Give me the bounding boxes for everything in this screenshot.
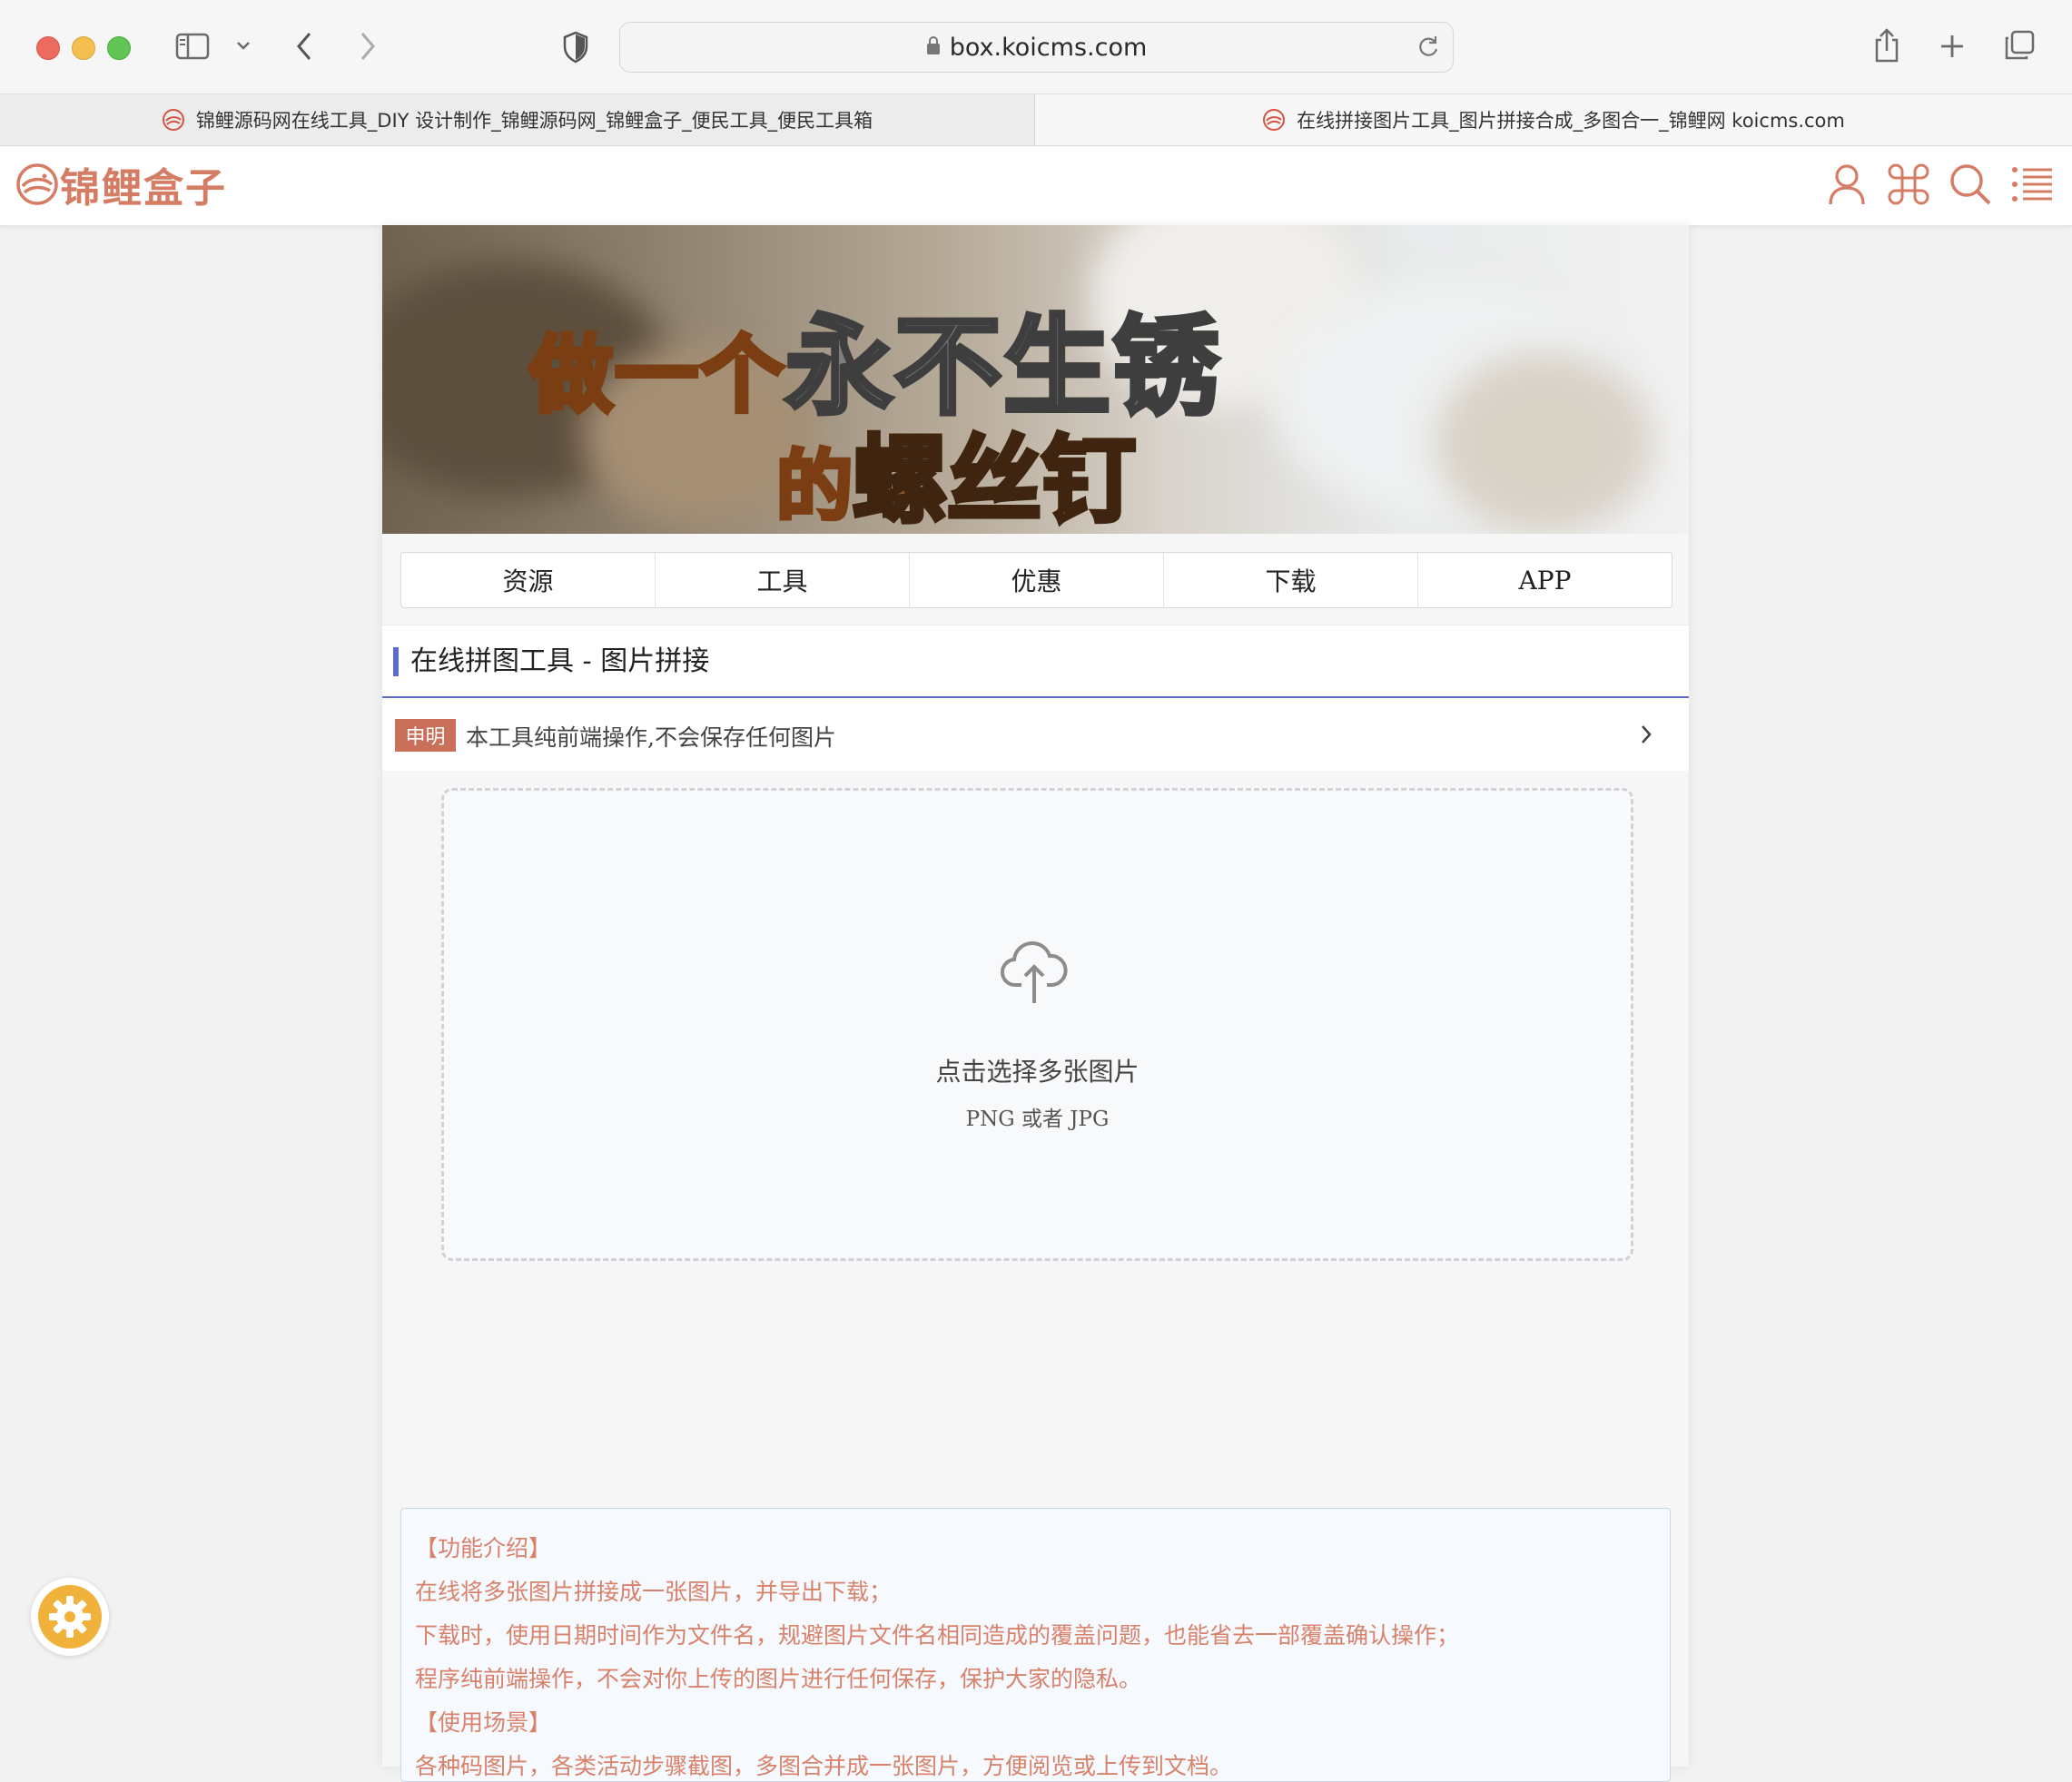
nav-item-app[interactable]: APP xyxy=(1418,553,1672,607)
url-text: box.koicms.com xyxy=(949,33,1148,62)
tab-inactive[interactable]: 在线拼接图片工具_图片拼接合成_多图合一_锦鲤网 koicms.com xyxy=(1035,94,2072,145)
info-line: 下载时，使用日期时间作为文件名，规避图片文件名相同造成的覆盖问题，也能省去一部覆… xyxy=(415,1622,1460,1649)
koi-logo-icon xyxy=(16,163,58,205)
notice-text: 本工具纯前端操作,不会保存任何图片 xyxy=(466,724,836,751)
zoom-window-button[interactable] xyxy=(107,36,131,60)
lock-icon xyxy=(926,34,941,62)
notice-bar[interactable]: 申明 本工具纯前端操作,不会保存任何图片 xyxy=(382,698,1689,771)
info-box: 【功能介绍】 在线将多张图片拼接成一张图片，并导出下载； 下载时，使用日期时间作… xyxy=(400,1508,1671,1782)
chevron-right-icon[interactable] xyxy=(1640,724,1653,749)
koi-favicon-icon xyxy=(1262,108,1286,132)
forward-icon[interactable] xyxy=(354,29,381,64)
tool-title-bar: 在线拼图工具 - 图片拼接 xyxy=(382,625,1689,699)
cloud-upload-icon xyxy=(1000,936,1069,1009)
tab-title: 在线拼接图片工具_图片拼接合成_多图合一_锦鲤网 koicms.com xyxy=(1297,110,1845,132)
category-nav: 资源 工具 优惠 下载 APP xyxy=(400,552,1672,608)
nav-item-resources[interactable]: 资源 xyxy=(401,553,656,607)
info-section-title: 【使用场景】 xyxy=(415,1709,552,1736)
browser-toolbar: box.koicms.com xyxy=(0,0,2072,94)
share-icon[interactable] xyxy=(1869,25,1905,65)
settings-button[interactable] xyxy=(31,1578,109,1656)
info-line: 各种码图片，各类活动步骤截图，多图合并成一张图片，方便阅览或上传到文档。 xyxy=(415,1753,1233,1779)
tab-title: 锦鲤源码网在线工具_DIY 设计制作_锦鲤源码网_锦鲤盒子_便民工具_便民工具箱 xyxy=(195,110,873,132)
apps-icon[interactable] xyxy=(1885,161,1932,208)
info-line: 在线将多张图片拼接成一张图片，并导出下载； xyxy=(415,1579,893,1605)
logo-text: 锦鲤盒子 xyxy=(60,165,227,212)
notice-badge: 申明 xyxy=(395,719,456,752)
koi-favicon-icon xyxy=(162,108,185,132)
banner-slogan-line2: 的螺丝钉 xyxy=(774,423,1138,535)
user-icon[interactable] xyxy=(1823,161,1870,208)
tab-bar: 锦鲤源码网在线工具_DIY 设计制作_锦鲤源码网_锦鲤盒子_便民工具_便民工具箱… xyxy=(0,94,2072,146)
back-icon[interactable] xyxy=(291,29,318,64)
page-content: 做一个永不生锈 的螺丝钉 资源 工具 优惠 下载 APP 在线拼图工具 - 图片… xyxy=(382,225,1689,1782)
privacy-shield-icon[interactable] xyxy=(559,29,592,65)
minimize-window-button[interactable] xyxy=(72,36,95,60)
nav-item-tools[interactable]: 工具 xyxy=(656,553,910,607)
chevron-down-icon[interactable] xyxy=(232,34,254,56)
address-bar[interactable]: box.koicms.com xyxy=(619,22,1454,73)
upload-title: 点击选择多张图片 xyxy=(935,1057,1140,1087)
new-tab-icon[interactable] xyxy=(1935,29,1969,64)
tab-active[interactable]: 锦鲤源码网在线工具_DIY 设计制作_锦鲤源码网_锦鲤盒子_便民工具_便民工具箱 xyxy=(0,94,1035,145)
search-icon[interactable] xyxy=(1947,161,1994,208)
nav-item-downloads[interactable]: 下载 xyxy=(1164,553,1418,607)
sidebar-toggle-icon[interactable] xyxy=(174,30,211,63)
site-header: 锦鲤盒子 xyxy=(0,146,2072,226)
page-title: 在线拼图工具 - 图片拼接 xyxy=(410,645,710,677)
info-line: 程序纯前端操作，不会对你上传的图片进行任何保存，保护大家的隐私。 xyxy=(415,1666,1142,1692)
menu-list-icon[interactable] xyxy=(2008,161,2056,208)
info-section-title: 【功能介绍】 xyxy=(415,1535,552,1561)
gear-icon xyxy=(49,1596,91,1638)
title-accent-bar xyxy=(393,647,399,676)
tab-overview-icon[interactable] xyxy=(2001,27,2037,64)
banner-image: 做一个永不生锈 的螺丝钉 xyxy=(382,225,1689,534)
reload-icon[interactable] xyxy=(1416,34,1440,65)
close-window-button[interactable] xyxy=(36,36,60,60)
upload-hint: PNG 或者 JPG xyxy=(965,1108,1110,1131)
image-upload-dropzone[interactable]: 点击选择多张图片 PNG 或者 JPG xyxy=(441,788,1633,1261)
site-logo[interactable]: 锦鲤盒子 xyxy=(15,157,227,212)
nav-item-deals[interactable]: 优惠 xyxy=(910,553,1164,607)
